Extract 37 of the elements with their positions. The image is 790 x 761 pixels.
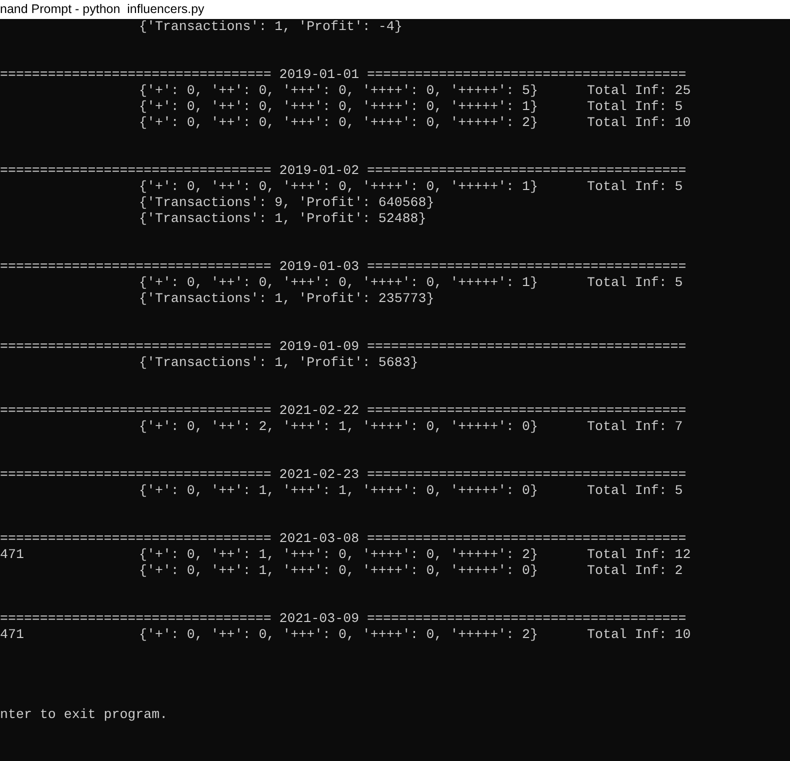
dict-output: {'+': 0, '++': 0, '+++': 0, '++++': 0, '+++++': 1} <box>139 99 538 114</box>
date-separator: ================================== 2021-02-22 ======================================== <box>0 403 686 418</box>
date-separator: ================================== 2019-01-02 ======================================== <box>0 163 686 178</box>
dict-output: {'Transactions': 1, 'Profit': 5683} <box>139 355 418 370</box>
total-inf-text: Total Inf: 25 <box>587 83 691 99</box>
dict-output: {'+': 0, '++': 1, '+++': 0, '++++': 0, '+++++': 2} <box>139 547 538 562</box>
total-inf-text: Total Inf: 2 <box>587 563 683 579</box>
exit-prompt: nter to exit program. <box>0 707 168 722</box>
date-separator: ================================== 2021-02-23 ======================================== <box>0 467 686 482</box>
total-inf-text: Total Inf: 5 <box>587 275 683 291</box>
dict-output: {'Transactions': 1, 'Profit': 235773} <box>139 291 434 306</box>
date-separator: ================================== 2021-03-09 ======================================== <box>0 611 686 626</box>
dict-output: {'+': 0, '++': 2, '+++': 1, '++++': 0, '+++++': 0} <box>139 419 538 434</box>
total-inf-text: Total Inf: 5 <box>587 99 683 115</box>
date-separator: ================================== 2019-01-03 ======================================== <box>0 259 686 274</box>
date-separator: ================================== 2019-01-01 ======================================== <box>0 67 686 82</box>
total-inf-text: Total Inf: 10 <box>587 115 691 131</box>
total-inf-text: Total Inf: 7 <box>587 419 683 435</box>
total-inf-text: Total Inf: 5 <box>587 179 683 195</box>
date-separator: ================================== 2019-01-09 ======================================== <box>0 339 686 354</box>
dict-output: {'Transactions': 9, 'Profit': 640568} <box>139 195 434 210</box>
dict-output: {'+': 0, '++': 0, '+++': 0, '++++': 0, '+++++': 1} <box>139 179 538 194</box>
dict-output: {'+': 0, '++': 0, '+++': 0, '++++': 0, '+++++': 5} <box>139 83 538 98</box>
total-inf-text: Total Inf: 10 <box>587 627 691 643</box>
dict-output: {'Transactions': 1, 'Profit': -4} <box>139 19 402 34</box>
dict-output: {'+': 0, '++': 1, '+++': 0, '++++': 0, '+++++': 0} <box>139 563 538 578</box>
dict-output: {'Transactions': 1, 'Profit': 52488} <box>139 211 426 226</box>
output-text: 471 <box>0 547 24 562</box>
dict-output: {'+': 0, '++': 0, '+++': 0, '++++': 0, '+++++': 2} <box>139 627 538 642</box>
dict-output: {'+': 0, '++': 1, '+++': 1, '++++': 0, '+++++': 0} <box>139 483 538 498</box>
total-inf-text: Total Inf: 12 <box>587 547 691 563</box>
total-inf-text: Total Inf: 5 <box>587 483 683 499</box>
date-separator: ================================== 2021-03-08 ======================================== <box>0 531 686 546</box>
output-text: 471 <box>0 627 24 642</box>
dict-output: {'+': 0, '++': 0, '+++': 0, '++++': 0, '+++++': 1} <box>139 275 538 290</box>
dict-output: {'+': 0, '++': 0, '+++': 0, '++++': 0, '+++++': 2} <box>139 115 538 130</box>
window-title: nand Prompt - python influencers.py <box>0 3 204 16</box>
